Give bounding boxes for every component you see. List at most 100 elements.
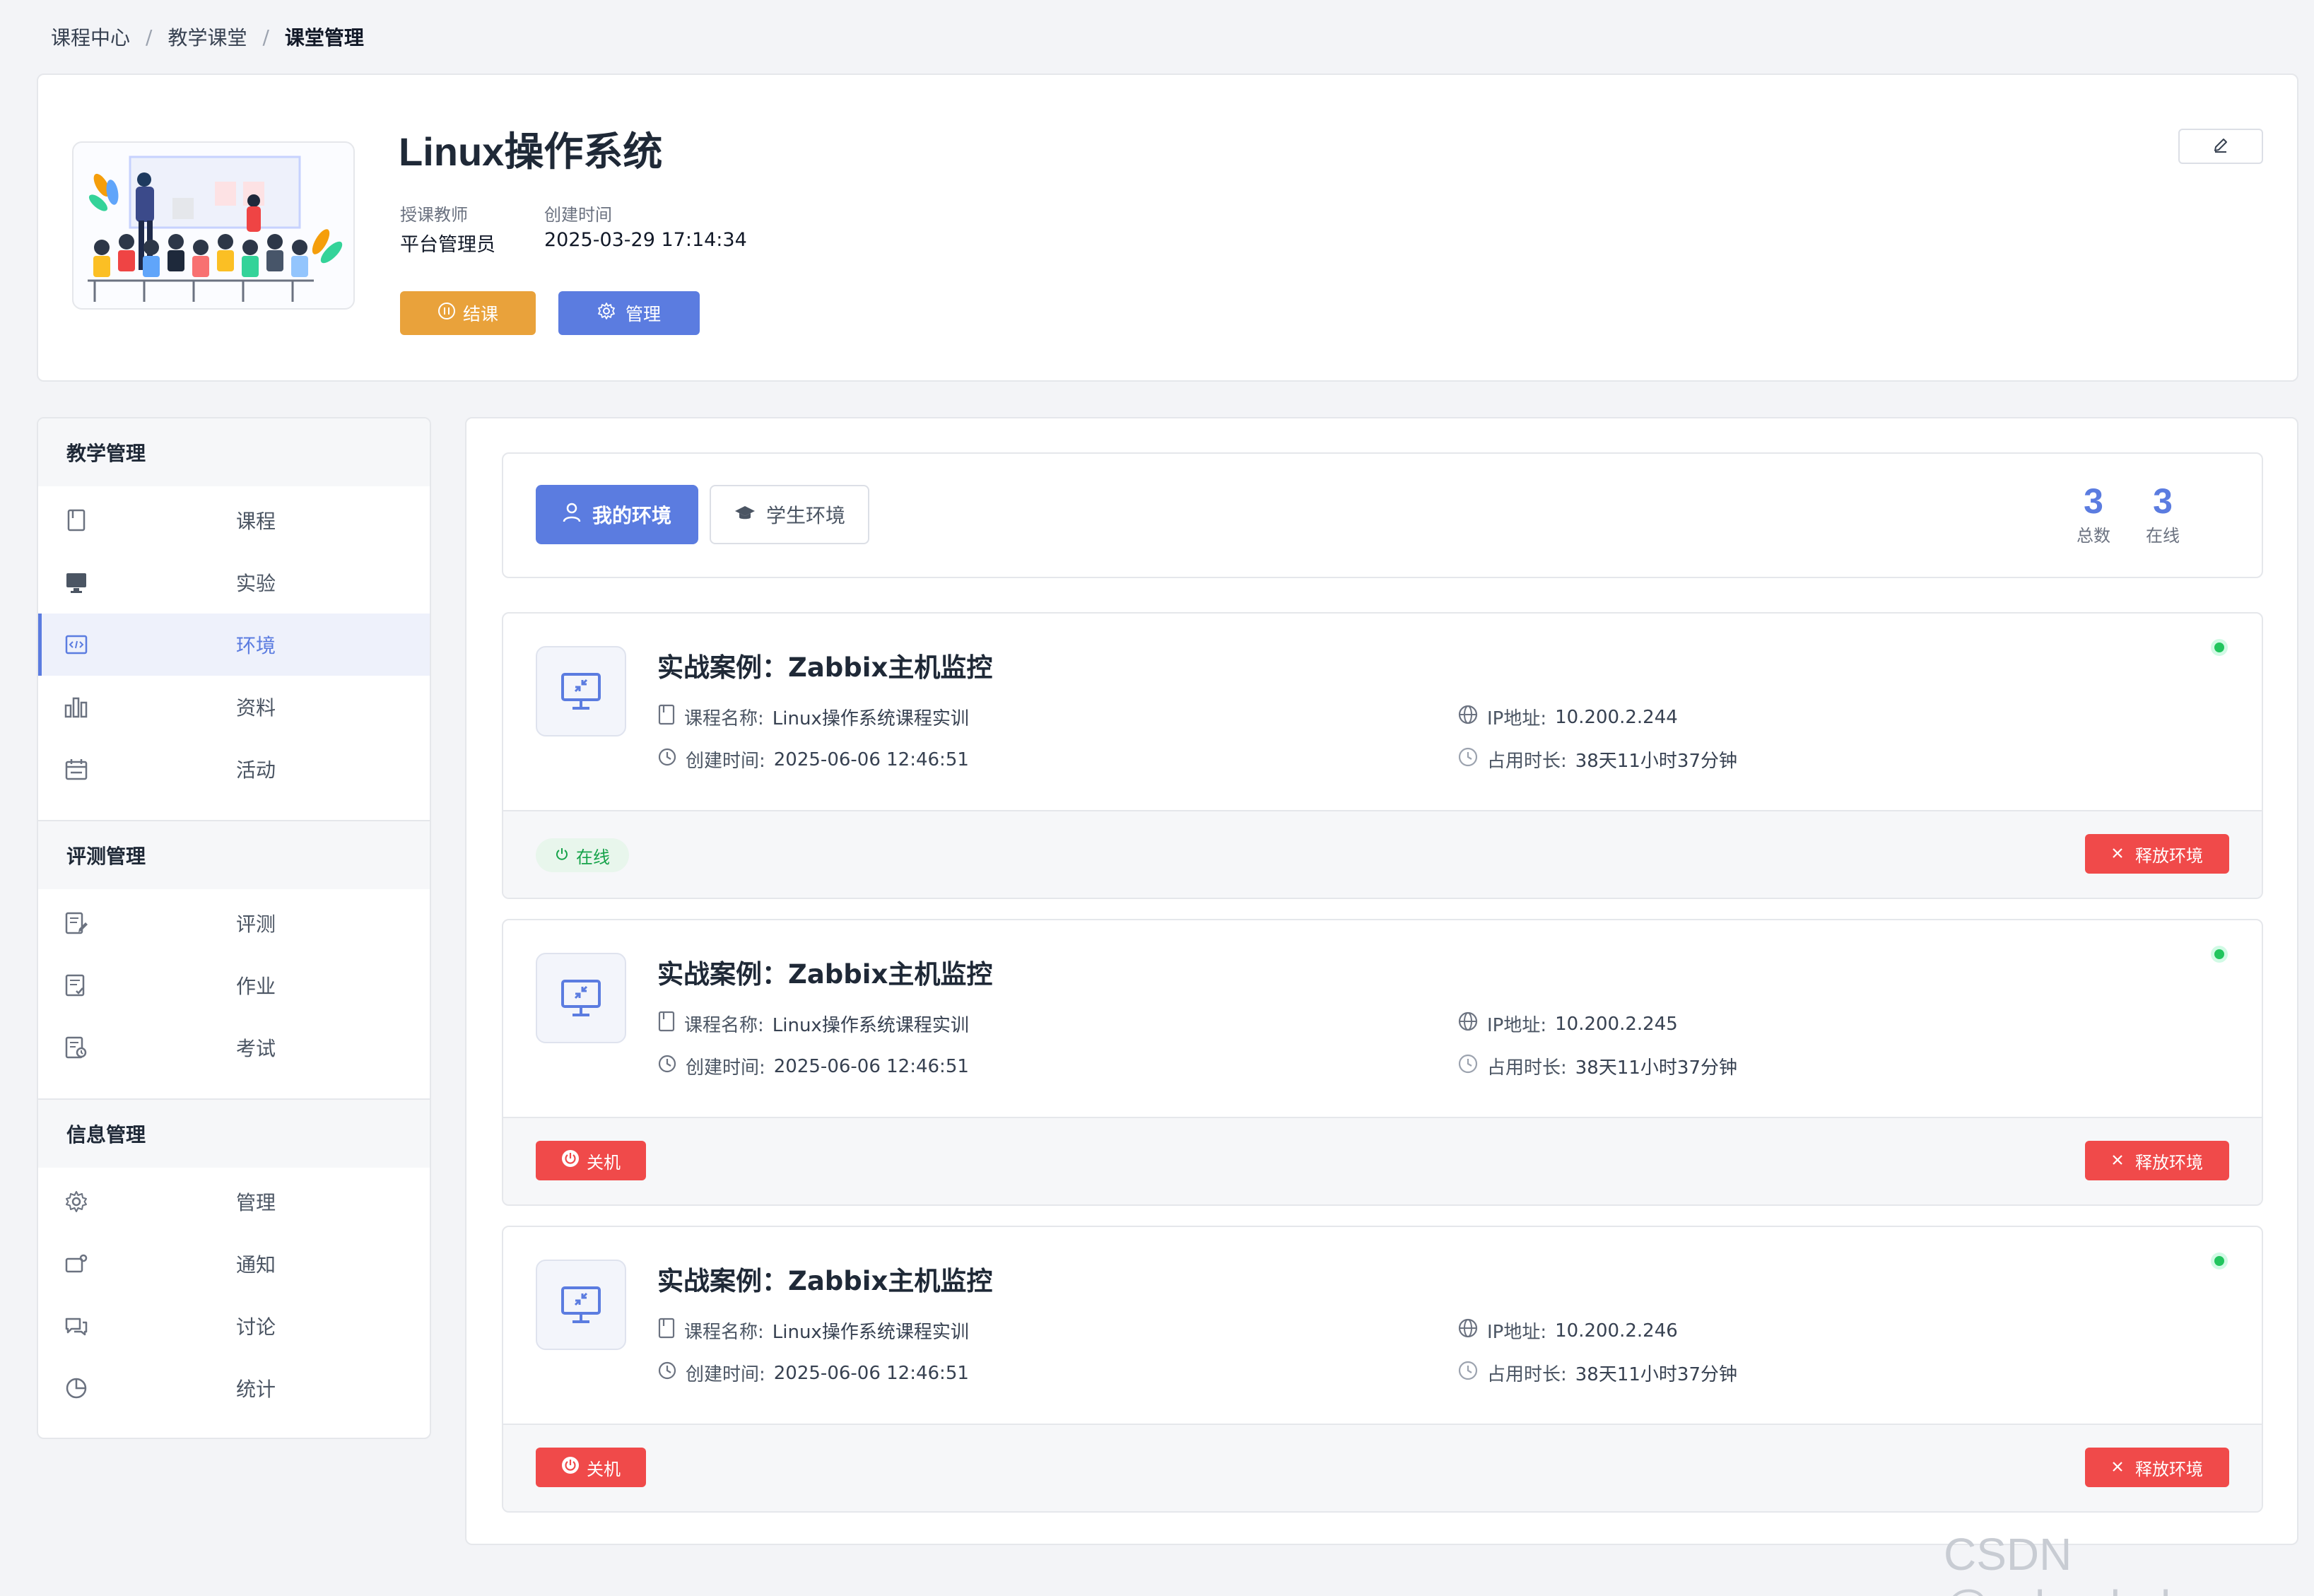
end-class-button[interactable]: 结课 [400,291,536,335]
sidebar-item-label: 管理 [236,1191,276,1214]
course-name-value: Linux操作系统课程实训 [772,708,969,729]
duration-row: 占用时长: 38天11小时37分钟 [1457,1053,1737,1079]
sidebar-item-label: 作业 [236,975,276,998]
created-time-value: 2025-06-06 12:46:51 [773,1055,969,1077]
sidebar-item-homework[interactable]: 作业 [38,954,430,1016]
breadcrumb-item-classroom[interactable]: 教学课堂 [168,23,247,51]
sidebar: 教学管理 课程 实验 环境 资料 活动 评测管理 评测 作业 考试 信息管理 管… [37,417,431,1439]
sidebar-item-statistics[interactable]: 统计 [38,1357,430,1419]
release-environment-button[interactable]: 释放环境 [2085,834,2229,874]
course-name-key: 课程名称: [684,1015,764,1036]
release-label: 释放环境 [2135,1152,2203,1173]
sidebar-section-assessment: 评测管理 [38,821,430,889]
release-label: 释放环境 [2135,845,2203,866]
online-status-dot [2211,639,2228,656]
ip-value: 10.200.2.244 [1555,706,1678,728]
course-name-row: 课程名称: Linux操作系统课程实训 [657,704,969,730]
course-name-value: Linux操作系统课程实训 [772,1015,969,1036]
power-icon [561,1456,580,1479]
tab-label: 我的环境 [592,504,671,527]
pie-chart-icon [64,1375,89,1401]
sidebar-item-experiment[interactable]: 实验 [38,551,430,614]
clock-icon [1457,1360,1479,1386]
duration-row: 占用时长: 38天11小时37分钟 [1457,746,1737,773]
exam-doc-icon [64,1035,89,1060]
stat-total-label: 总数 [2077,526,2110,546]
clock-icon [657,1361,677,1385]
sidebar-item-activity[interactable]: 活动 [38,738,430,800]
sidebar-section-info: 信息管理 [38,1100,430,1168]
sidebar-item-materials[interactable]: 资料 [38,676,430,738]
status-label: 在线 [576,847,610,867]
power-icon [561,1149,580,1172]
stat-total-value: 3 [2084,481,2103,521]
sidebar-item-management[interactable]: 管理 [38,1170,430,1233]
sidebar-item-notice[interactable]: 通知 [38,1233,430,1295]
globe-icon [1457,704,1479,730]
close-icon [2111,1457,2124,1477]
sidebar-item-label: 环境 [236,634,276,657]
sidebar-item-label: 评测 [236,913,276,936]
sidebar-item-label: 讨论 [236,1315,276,1339]
created-time-value: 2025-03-29 17:14:34 [544,229,747,251]
created-time-key: 创建时间: [686,751,765,772]
stat-online-value: 3 [2153,481,2173,521]
tab-my-environments[interactable]: 我的环境 [536,485,698,544]
duration-key: 占用时长: [1487,751,1567,772]
breadcrumb-current: 课堂管理 [284,26,364,49]
sidebar-item-exam[interactable]: 考试 [38,1016,430,1079]
check-doc-icon [64,973,89,998]
globe-icon [1457,1318,1479,1344]
gear-icon [64,1189,89,1214]
bar-chart-icon [64,694,89,720]
sidebar-item-course[interactable]: 课程 [38,489,430,551]
ip-key: IP地址: [1487,1015,1547,1036]
environment-title: 实战案例：Zabbix主机监控 [657,1266,993,1296]
edit-course-button[interactable] [2178,129,2263,164]
clock-icon [1457,1053,1479,1079]
duration-value: 38天11小时37分钟 [1575,1057,1738,1079]
stat-online: 3 在线 [2127,481,2198,546]
sidebar-item-label: 通知 [236,1253,276,1277]
edit-doc-icon [64,910,89,936]
breadcrumb-item-course-center[interactable]: 课程中心 [51,23,130,51]
ip-row: IP地址: 10.200.2.244 [1457,704,1678,730]
course-header-card: Linux操作系统 授课教师 平台管理员 创建时间 2025-03-29 17:… [37,74,2298,382]
created-time-row: 创建时间: 2025-06-06 12:46:51 [657,1053,969,1079]
release-environment-button[interactable]: 释放环境 [2085,1448,2229,1487]
manage-button[interactable]: 管理 [558,291,700,335]
created-time-row: 创建时间: 2025-06-06 12:46:51 [657,746,969,773]
calendar-icon [64,756,89,782]
sidebar-item-environment[interactable]: 环境 [38,614,430,676]
globe-icon [1457,1011,1479,1037]
created-time-value: 2025-06-06 12:46:51 [773,749,969,770]
ip-row: IP地址: 10.200.2.246 [1457,1318,1678,1344]
user-icon [563,503,581,527]
clock-icon [657,747,677,772]
release-environment-button[interactable]: 释放环境 [2085,1141,2229,1180]
book-icon [657,1011,676,1037]
shutdown-button[interactable]: 关机 [536,1141,646,1180]
course-name-value: Linux操作系统课程实训 [772,1322,969,1343]
monitor-icon [64,570,89,595]
clock-icon [657,1054,677,1079]
power-icon [555,845,569,865]
status-badge-online: 在线 [536,838,629,872]
sidebar-item-discussion[interactable]: 讨论 [38,1295,430,1357]
clock-icon [1457,746,1479,773]
book-icon [657,704,676,730]
duration-value: 38天11小时37分钟 [1575,751,1738,772]
teacher-label: 授课教师 [400,205,468,225]
course-name-key: 课程名称: [684,708,764,729]
watermark: CSDN @zcloudedu [1944,1529,2196,1596]
shutdown-button[interactable]: 关机 [536,1448,646,1487]
tab-student-environments[interactable]: 学生环境 [710,485,869,544]
sidebar-item-evaluation[interactable]: 评测 [38,892,430,954]
breadcrumb: 课程中心 / 教学课堂 / 课堂管理 [51,23,364,51]
chat-icon [64,1313,89,1339]
created-time-label: 创建时间 [544,205,612,225]
stat-online-label: 在线 [2146,526,2180,546]
course-cover-image [72,141,355,310]
end-class-label: 结课 [462,304,498,324]
book-icon [657,1318,676,1344]
